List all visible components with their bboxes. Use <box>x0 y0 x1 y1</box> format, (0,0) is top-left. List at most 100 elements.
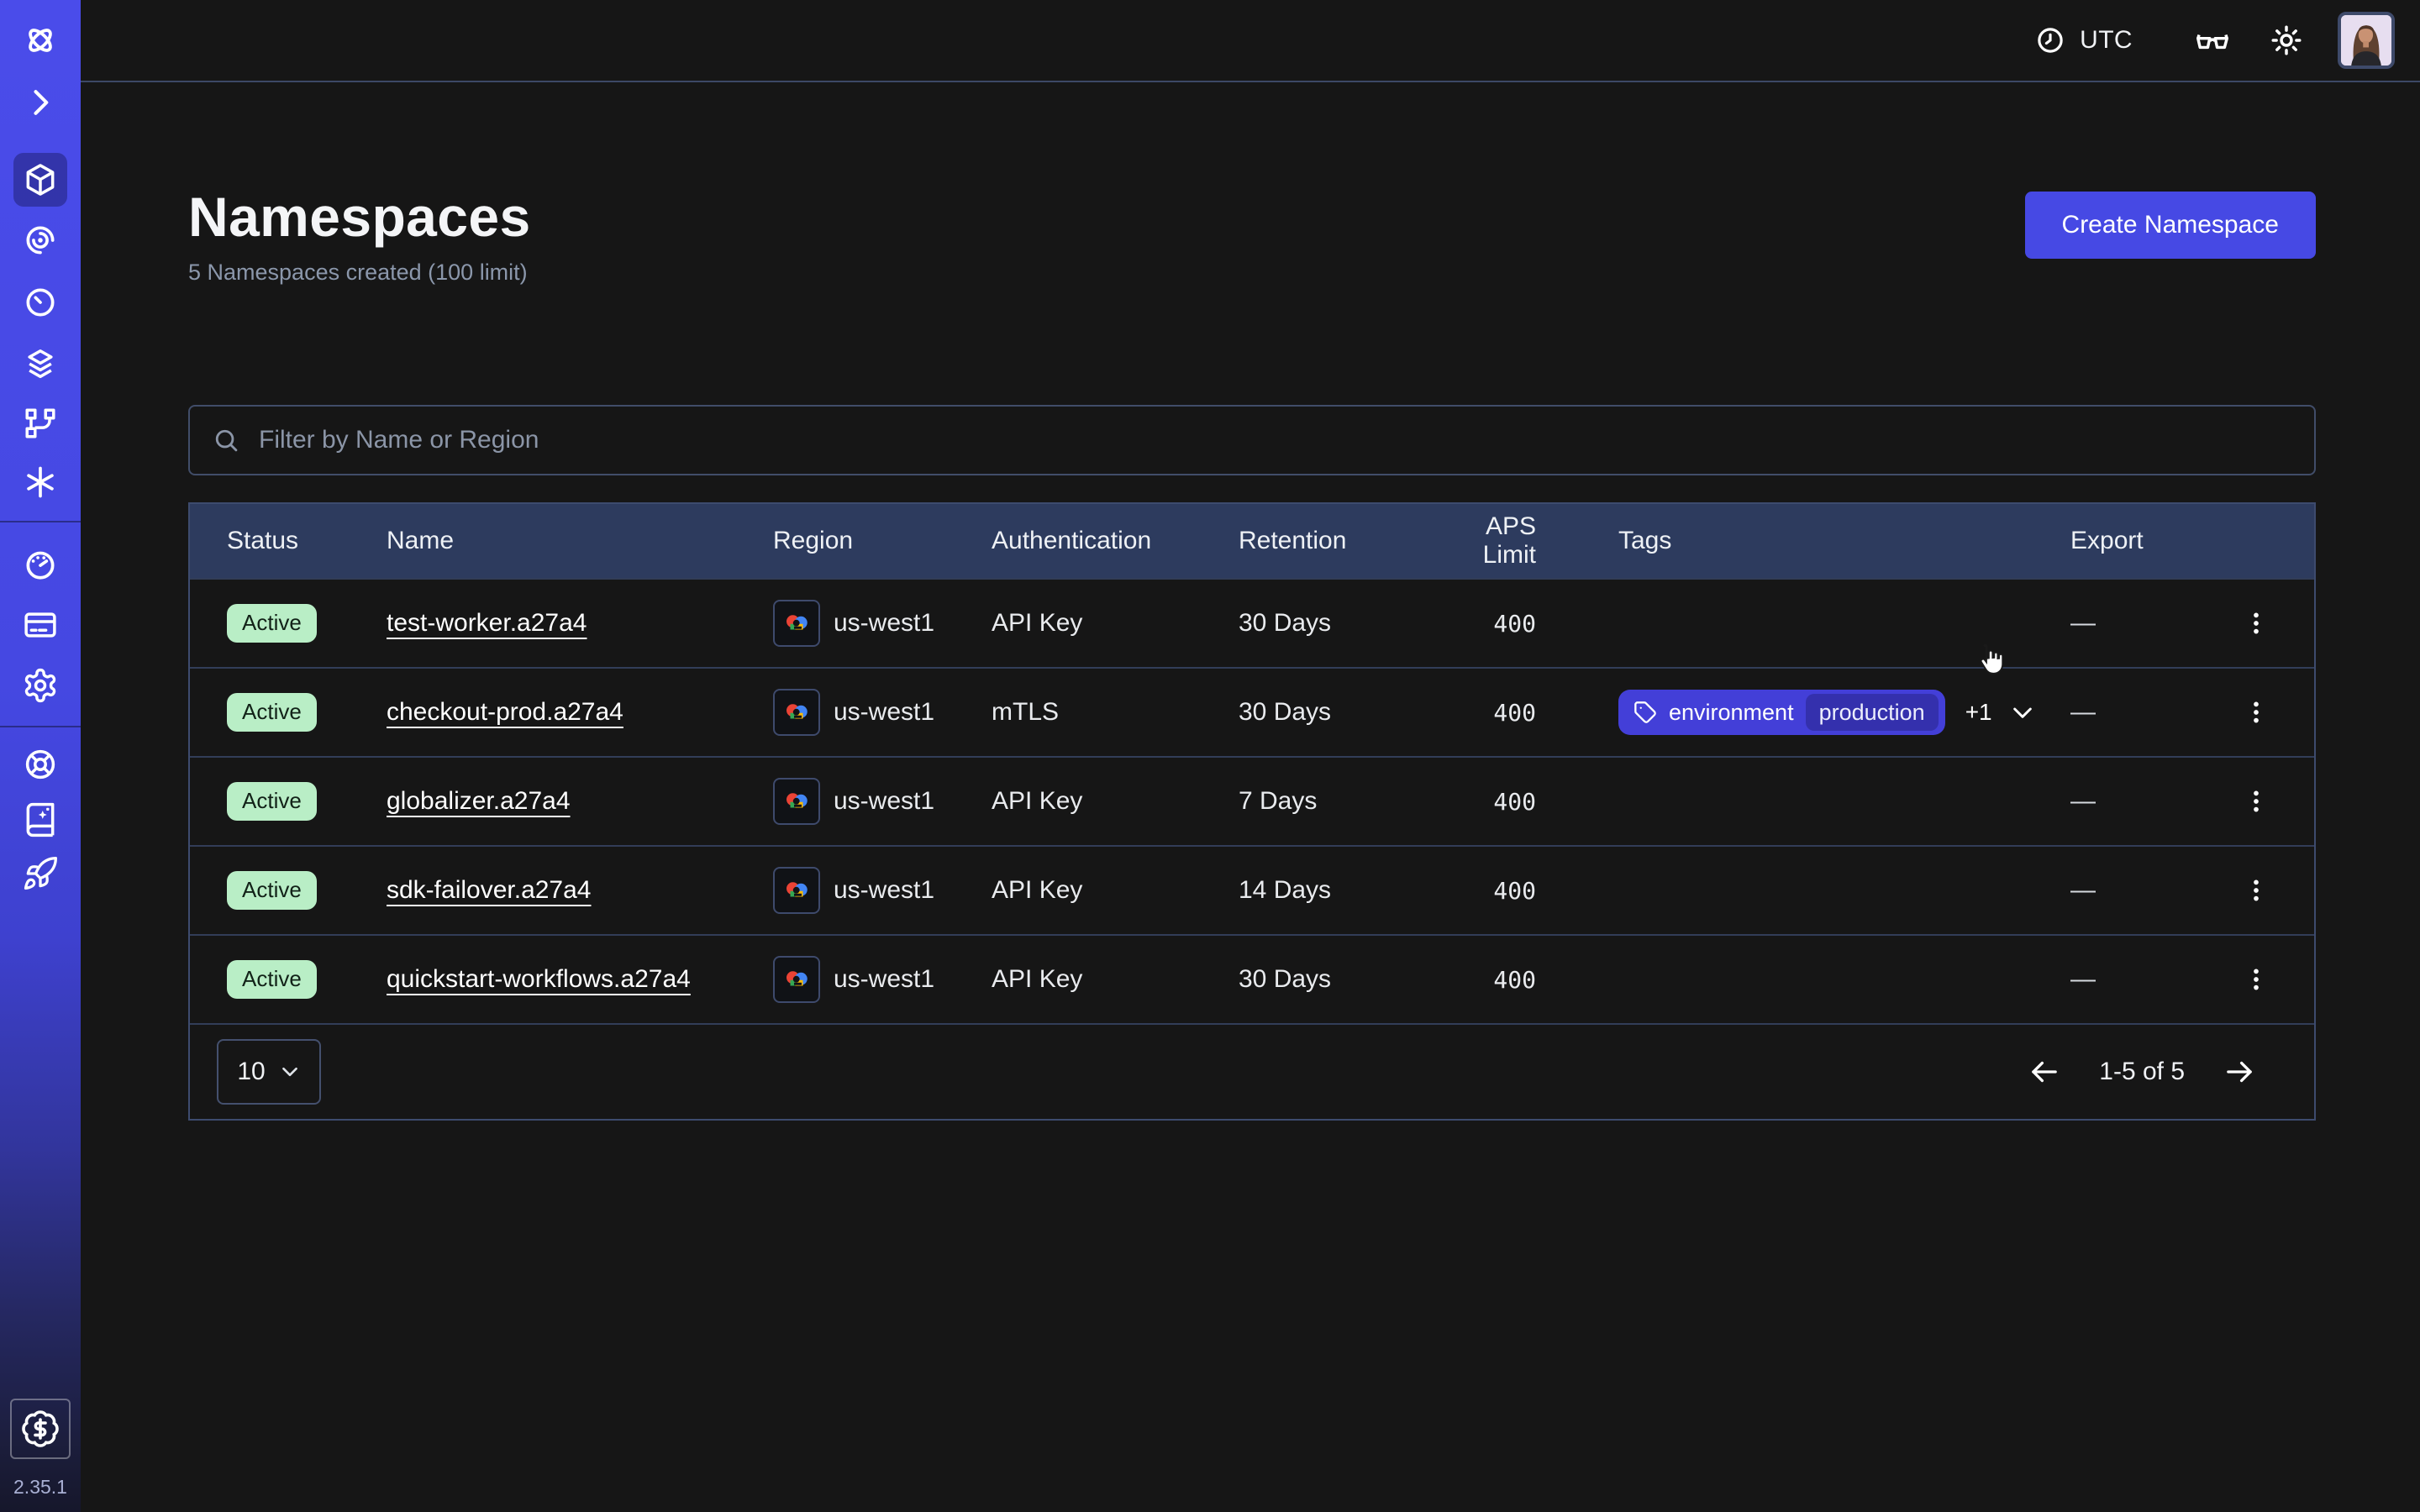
app-version: 2.35.1 <box>13 1476 67 1499</box>
table-row: Active test-worker.a27a4 us-west1 API Ke… <box>190 578 2314 667</box>
tag-value: production <box>1806 694 1939 731</box>
column-header-retention: Retention <box>1239 527 1430 555</box>
region-label: us-west1 <box>834 965 934 994</box>
glasses-icon <box>2193 21 2232 60</box>
temporal-logo-icon[interactable] <box>22 22 59 59</box>
page-title: Namespaces <box>188 186 2316 248</box>
column-header-authentication: Authentication <box>992 527 1239 555</box>
status-badge: Active <box>227 871 317 910</box>
kebab-menu-icon <box>2242 698 2270 727</box>
avatar-image <box>2341 15 2391 66</box>
row-actions-menu-button[interactable] <box>2235 869 2277 911</box>
previous-page-button[interactable] <box>2027 1054 2062 1089</box>
table-row: Active sdk-failover.a27a4 us-west1 API K… <box>190 845 2314 934</box>
chevron-down-icon <box>2009 699 2036 726</box>
gear-icon <box>22 667 59 704</box>
kebab-menu-icon <box>2242 609 2270 638</box>
sidebar-item-schedules[interactable] <box>22 284 59 321</box>
topbar: UTC <box>81 0 2420 82</box>
sidebar-item-getting-started[interactable] <box>22 855 59 892</box>
sidebar-footer: 2.35.1 <box>10 1399 71 1512</box>
google-cloud-icon <box>773 956 820 1003</box>
credit-card-icon <box>22 606 59 643</box>
auth-label: API Key <box>992 876 1239 905</box>
chevron-down-icon <box>279 1061 301 1083</box>
sidebar-item-workflows[interactable] <box>22 222 59 259</box>
google-cloud-icon <box>773 689 820 736</box>
clock-icon <box>2034 24 2066 56</box>
table-pagination: 10 1-5 of 5 <box>190 1023 2314 1119</box>
region-label: us-west1 <box>834 876 934 905</box>
export-value: — <box>2070 698 2225 727</box>
expand-tags-button[interactable] <box>2009 699 2036 726</box>
row-actions-menu-button[interactable] <box>2235 691 2277 733</box>
credits-badge-button[interactable] <box>10 1399 71 1459</box>
retention-label: 14 Days <box>1239 876 1430 905</box>
row-actions-menu-button[interactable] <box>2235 958 2277 1000</box>
expand-sidebar-icon[interactable] <box>22 84 59 121</box>
namespace-link[interactable]: quickstart-workflows.a27a4 <box>387 965 691 994</box>
filter-search-box <box>188 405 2316 475</box>
export-value: — <box>2070 609 2225 638</box>
region-label: us-west1 <box>834 787 934 816</box>
table-row: Active checkout-prod.a27a4 us-west1 mTLS… <box>190 667 2314 756</box>
retention-label: 30 Days <box>1239 609 1430 638</box>
timezone-selector[interactable]: UTC <box>2034 24 2133 56</box>
gauge-icon <box>22 546 59 583</box>
auth-label: API Key <box>992 787 1239 816</box>
labs-glasses-button[interactable] <box>2193 21 2232 60</box>
namespace-link[interactable]: checkout-prod.a27a4 <box>387 698 623 727</box>
auth-label: mTLS <box>992 698 1239 727</box>
namespace-link[interactable]: sdk-failover.a27a4 <box>387 876 592 905</box>
page-size-value: 10 <box>237 1058 265 1086</box>
region-label: us-west1 <box>834 609 934 638</box>
create-namespace-button[interactable]: Create Namespace <box>2025 192 2316 259</box>
retention-label: 7 Days <box>1239 787 1430 816</box>
region-label: us-west1 <box>834 698 934 727</box>
namespaces-cube-icon <box>22 161 59 198</box>
status-badge: Active <box>227 693 317 732</box>
row-actions-menu-button[interactable] <box>2235 602 2277 644</box>
namespace-link[interactable]: test-worker.a27a4 <box>387 609 587 638</box>
sidebar-item-docs[interactable] <box>22 801 59 838</box>
pagination-range-label: 1-5 of 5 <box>2099 1058 2185 1086</box>
sun-icon <box>2269 23 2304 58</box>
sidebar-item-nexus[interactable] <box>22 464 59 501</box>
row-actions-menu-button[interactable] <box>2235 780 2277 822</box>
retention-label: 30 Days <box>1239 698 1430 727</box>
badge-dollar-icon <box>20 1409 60 1449</box>
column-header-tags: Tags <box>1536 527 2070 555</box>
tags-cell: environment production +1 <box>1536 690 2070 735</box>
sidebar-item-batch-operations[interactable] <box>22 344 59 381</box>
arrow-left-icon <box>2027 1054 2062 1089</box>
sidebar-item-namespaces[interactable] <box>13 153 67 207</box>
export-value: — <box>2070 965 2225 994</box>
sidebar-divider <box>0 726 81 727</box>
namespace-link[interactable]: globalizer.a27a4 <box>387 787 571 816</box>
user-avatar[interactable] <box>2338 12 2395 69</box>
aps-limit-value: 400 <box>1430 966 1536 994</box>
timezone-label: UTC <box>2080 26 2133 55</box>
sidebar: 2.35.1 <box>0 0 81 1512</box>
sidebar-divider <box>0 521 81 522</box>
sidebar-item-usage[interactable] <box>22 546 59 583</box>
column-header-region: Region <box>773 527 992 555</box>
kebab-menu-icon <box>2242 787 2270 816</box>
aps-limit-value: 400 <box>1430 788 1536 816</box>
book-sparkles-icon <box>22 801 59 838</box>
next-page-button[interactable] <box>2222 1054 2257 1089</box>
namespaces-table: Status Name Region Authentication Retent… <box>188 502 2316 1121</box>
timer-icon <box>22 284 59 321</box>
column-header-export: Export <box>2070 527 2225 555</box>
column-header-status: Status <box>227 527 387 555</box>
status-badge: Active <box>227 782 317 821</box>
status-badge: Active <box>227 960 317 999</box>
sidebar-item-support[interactable] <box>22 746 59 783</box>
page-size-select[interactable]: 10 <box>217 1039 321 1105</box>
sidebar-item-billing[interactable] <box>22 606 59 643</box>
tag-chip[interactable]: environment production <box>1618 690 1945 735</box>
sidebar-item-deployments[interactable] <box>22 405 59 442</box>
theme-toggle-button[interactable] <box>2269 23 2304 58</box>
filter-search-input[interactable] <box>255 424 2294 456</box>
sidebar-item-settings[interactable] <box>22 667 59 704</box>
